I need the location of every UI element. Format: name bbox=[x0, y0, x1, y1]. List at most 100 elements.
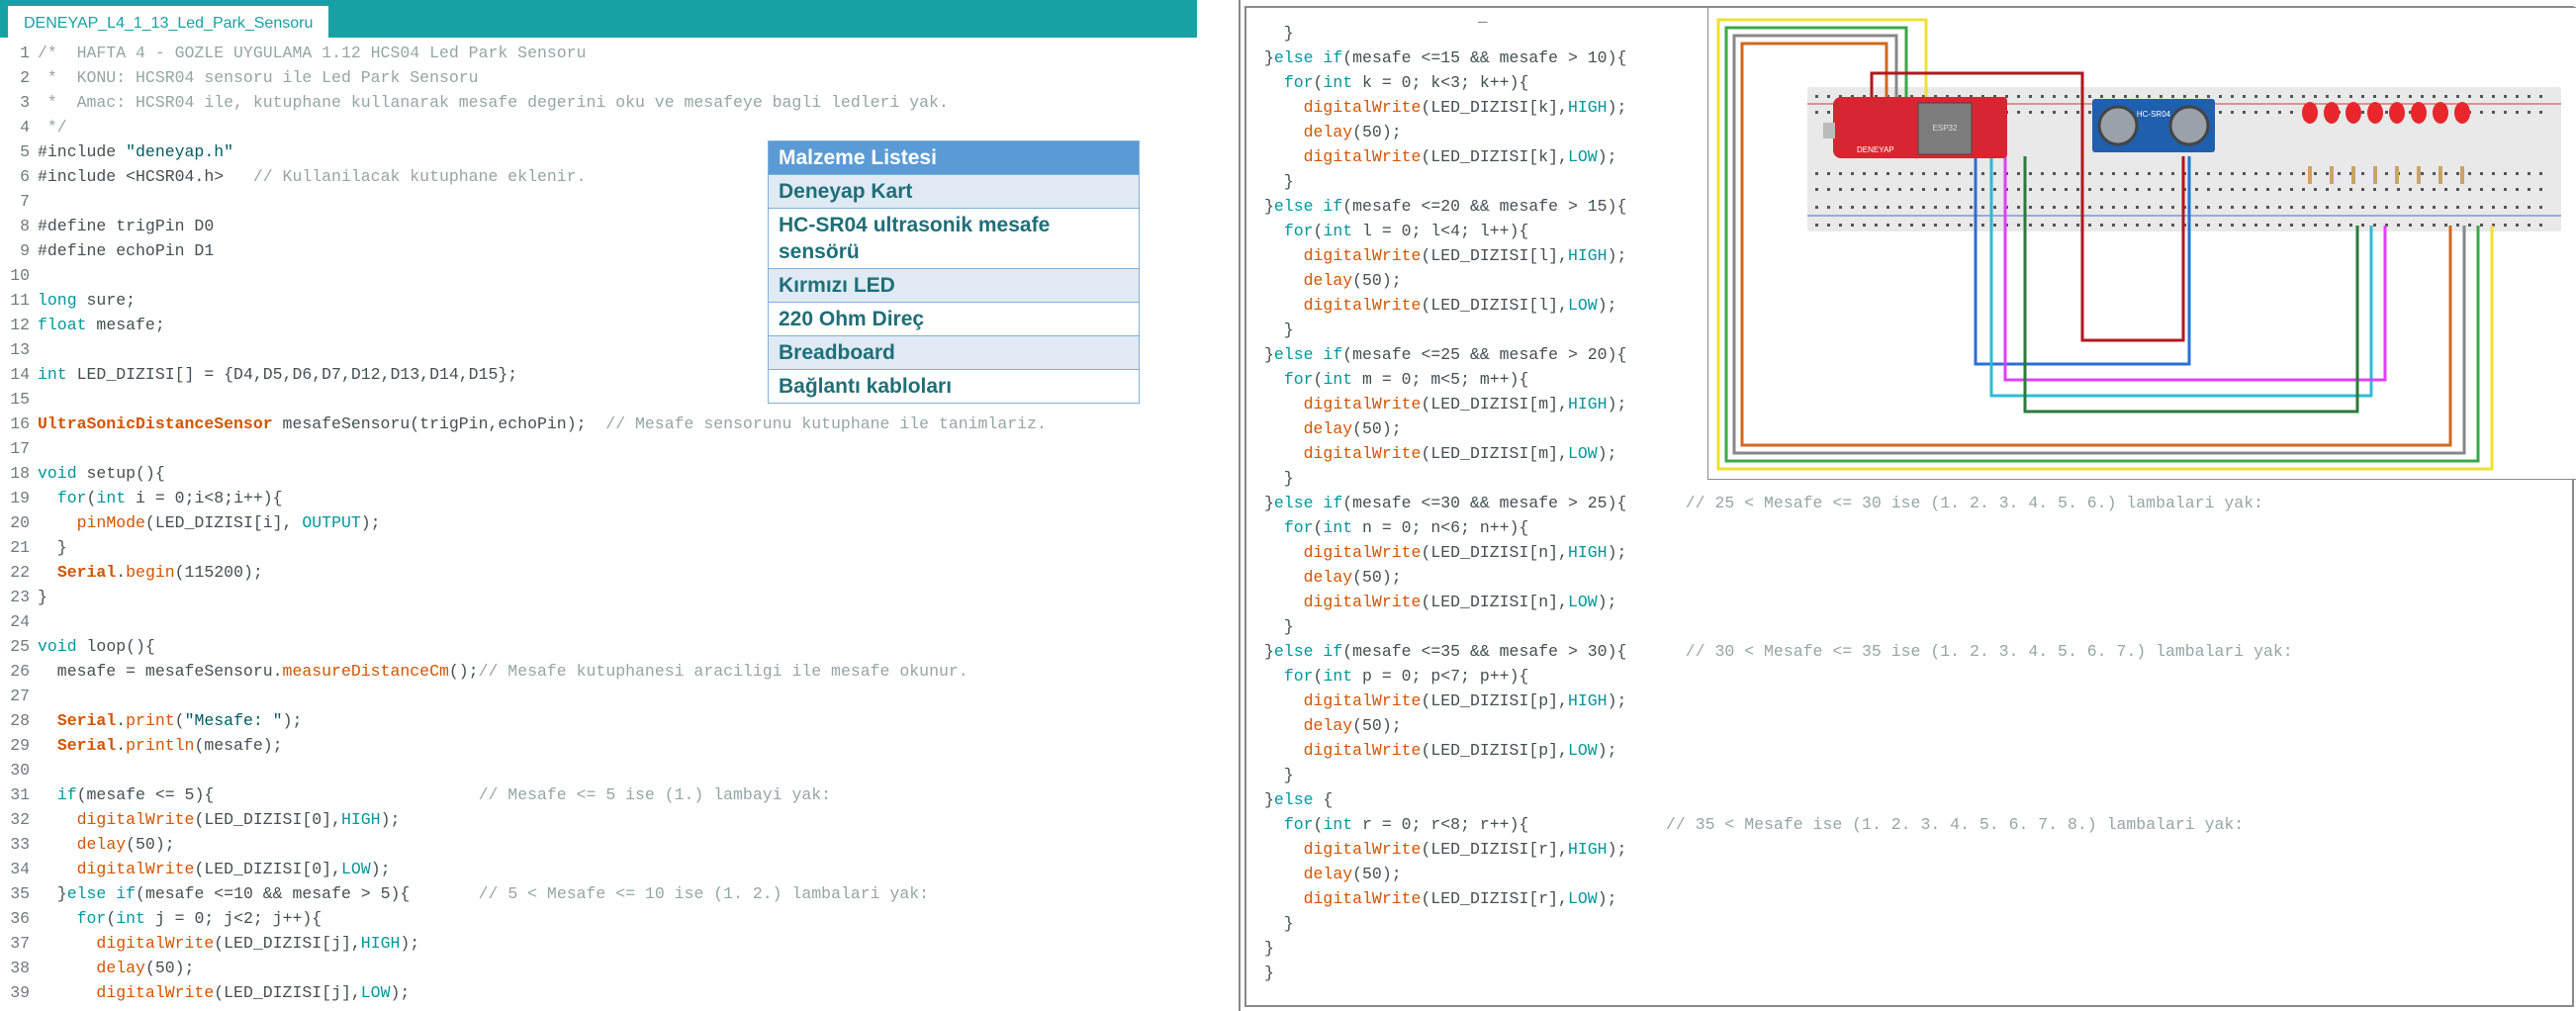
code-line[interactable]: 37 digitalWrite(LED_DIZISI[j],HIGH); bbox=[0, 931, 1237, 956]
code-line[interactable]: 1 /* HAFTA 4 - GOZLE UYGULAMA 1.12 HCS04 … bbox=[0, 41, 1237, 65]
code-line[interactable]: 3 * Amac: HCSR04 ile, kutuphane kullanar… bbox=[0, 90, 1237, 115]
code-text[interactable]: digitalWrite(LED_DIZISI[p],LOW); bbox=[1264, 738, 1617, 763]
code-line[interactable]: 4 */ bbox=[0, 115, 1237, 139]
code-text[interactable]: } bbox=[1264, 911, 1294, 936]
code-text[interactable]: delay(50); bbox=[38, 832, 175, 857]
code-text[interactable]: for(int r = 0; r<8; r++){ // 35 < Mesafe… bbox=[1264, 812, 2244, 837]
code-text[interactable]: for(int i = 0;i<8;i++){ bbox=[38, 486, 283, 510]
code-line[interactable]: 38 delay(50); bbox=[0, 956, 1237, 980]
code-text[interactable]: delay(50); bbox=[38, 956, 194, 980]
code-text[interactable]: } bbox=[38, 535, 67, 560]
code-line[interactable]: 31 } bbox=[1242, 763, 2574, 787]
code-text[interactable]: float mesafe; bbox=[38, 313, 165, 337]
code-text[interactable]: Serial.print("Mesafe: "); bbox=[38, 708, 303, 733]
code-line[interactable]: 25 } bbox=[1242, 614, 2574, 639]
code-text[interactable]: digitalWrite(LED_DIZISI[p],HIGH); bbox=[1264, 689, 1627, 713]
code-text[interactable]: } bbox=[1264, 318, 1294, 342]
code-text[interactable]: digitalWrite(LED_DIZISI[m],LOW); bbox=[1264, 441, 1617, 466]
code-line[interactable]: 25 void loop(){ bbox=[0, 634, 1237, 659]
code-text[interactable]: digitalWrite(LED_DIZISI[m],HIGH); bbox=[1264, 392, 1627, 416]
code-line[interactable]: 20}else if(mesafe <=30 && mesafe > 25){ … bbox=[1242, 491, 2574, 515]
code-text[interactable]: digitalWrite(LED_DIZISI[k],HIGH); bbox=[1264, 95, 1627, 120]
code-text[interactable]: digitalWrite(LED_DIZISI[0],HIGH); bbox=[38, 807, 401, 832]
code-text[interactable]: delay(50); bbox=[1264, 862, 1402, 886]
code-text[interactable]: Serial.begin(115200); bbox=[38, 560, 263, 585]
code-text[interactable]: digitalWrite(LED_DIZISI[k],LOW); bbox=[1264, 144, 1617, 169]
code-line[interactable]: 21 for(int n = 0; n<6; n++){ bbox=[1242, 515, 2574, 540]
code-line[interactable]: 27 for(int p = 0; p<7; p++){ bbox=[1242, 664, 2574, 689]
code-text[interactable]: pinMode(LED_DIZISI[i], OUTPUT); bbox=[38, 510, 381, 535]
code-text[interactable]: } bbox=[1264, 763, 1294, 787]
code-text[interactable]: for(int l = 0; l<4; l++){ bbox=[1264, 219, 1529, 243]
code-line[interactable]: 34 digitalWrite(LED_DIZISI[r],HIGH); bbox=[1242, 837, 2574, 862]
code-text[interactable]: #define echoPin D1 bbox=[38, 238, 214, 263]
code-text[interactable]: delay(50); bbox=[1264, 120, 1402, 144]
code-line[interactable]: 33 for(int r = 0; r<8; r++){ // 35 < Mes… bbox=[1242, 812, 2574, 837]
code-text[interactable]: digitalWrite(LED_DIZISI[l],HIGH); bbox=[1264, 243, 1627, 268]
code-line[interactable]: 28 digitalWrite(LED_DIZISI[p],HIGH); bbox=[1242, 689, 2574, 713]
code-text[interactable]: void setup(){ bbox=[38, 461, 165, 486]
code-text[interactable]: } bbox=[1264, 614, 1294, 639]
code-text[interactable]: /* HAFTA 4 - GOZLE UYGULAMA 1.12 HCS04 L… bbox=[38, 41, 587, 65]
code-line[interactable]: 2 * KONU: HCSR04 sensoru ile Led Park Se… bbox=[0, 65, 1237, 90]
code-line[interactable]: 18 void setup(){ bbox=[0, 461, 1237, 486]
code-line[interactable]: 17 bbox=[0, 436, 1237, 461]
sketch-tab[interactable]: DENEYAP_L4_1_13_Led_Park_Sensoru bbox=[8, 6, 329, 38]
code-text[interactable]: * Amac: HCSR04 ile, kutuphane kullanarak… bbox=[38, 90, 949, 115]
code-text[interactable]: } bbox=[1264, 169, 1294, 194]
code-text[interactable]: } bbox=[1264, 936, 1274, 961]
code-line[interactable]: 36 for(int j = 0; j<2; j++){ bbox=[0, 906, 1237, 931]
code-line[interactable]: 22 digitalWrite(LED_DIZISI[n],HIGH); bbox=[1242, 540, 2574, 565]
code-line[interactable]: 36 digitalWrite(LED_DIZISI[r],LOW); bbox=[1242, 886, 2574, 911]
code-line[interactable]: 32 digitalWrite(LED_DIZISI[0],HIGH); bbox=[0, 807, 1237, 832]
code-line[interactable]: 37 } bbox=[1242, 911, 2574, 936]
code-line[interactable]: 23 delay(50); bbox=[1242, 565, 2574, 590]
code-line[interactable]: 19 for(int i = 0;i<8;i++){ bbox=[0, 486, 1237, 510]
code-line[interactable]: 23} bbox=[0, 585, 1237, 609]
code-text[interactable]: } bbox=[38, 585, 47, 609]
code-line[interactable]: 34 digitalWrite(LED_DIZISI[0],LOW); bbox=[0, 857, 1237, 881]
code-text[interactable]: digitalWrite(LED_DIZISI[n],HIGH); bbox=[1264, 540, 1627, 565]
code-text[interactable]: }else if(mesafe <=35 && mesafe > 30){ //… bbox=[1264, 639, 2293, 664]
code-text[interactable]: delay(50); bbox=[1264, 713, 1402, 738]
code-line[interactable]: 32}else { bbox=[1242, 787, 2574, 812]
code-text[interactable]: }else if(mesafe <=15 && mesafe > 10){ bbox=[1264, 46, 1626, 70]
code-text[interactable]: }else if(mesafe <=10 && mesafe > 5){ // … bbox=[38, 881, 929, 906]
code-text[interactable]: delay(50); bbox=[1264, 565, 1402, 590]
code-text[interactable]: for(int k = 0; k<3; k++){ bbox=[1264, 70, 1529, 95]
code-text[interactable]: long sure; bbox=[38, 288, 136, 313]
code-line[interactable]: 24 bbox=[0, 609, 1237, 634]
code-text[interactable]: #include "deneyap.h" bbox=[38, 139, 233, 164]
code-text[interactable]: mesafe = mesafeSensoru.measureDistanceCm… bbox=[38, 659, 968, 684]
code-text[interactable]: } bbox=[1264, 21, 1294, 46]
code-text[interactable]: for(int m = 0; m<5; m++){ bbox=[1264, 367, 1529, 392]
code-text[interactable]: delay(50); bbox=[1264, 416, 1402, 441]
code-line[interactable]: 27 bbox=[0, 684, 1237, 708]
code-text[interactable]: delay(50); bbox=[1264, 268, 1402, 293]
code-text[interactable]: for(int n = 0; n<6; n++){ bbox=[1264, 515, 1529, 540]
code-line[interactable]: 28 Serial.print("Mesafe: "); bbox=[0, 708, 1237, 733]
code-line[interactable]: 21 } bbox=[0, 535, 1237, 560]
code-text[interactable]: digitalWrite(LED_DIZISI[n],LOW); bbox=[1264, 590, 1617, 614]
code-text[interactable]: } bbox=[1264, 466, 1294, 491]
code-text[interactable]: }else { bbox=[1264, 787, 1333, 812]
code-line[interactable]: 26 mesafe = mesafeSensoru.measureDistanc… bbox=[0, 659, 1237, 684]
code-text[interactable]: UltraSonicDistanceSensor mesafeSensoru(t… bbox=[38, 412, 1047, 436]
code-line[interactable]: 29 delay(50); bbox=[1242, 713, 2574, 738]
code-text[interactable]: */ bbox=[38, 115, 67, 139]
code-line[interactable]: 22 Serial.begin(115200); bbox=[0, 560, 1237, 585]
code-line[interactable]: 30 digitalWrite(LED_DIZISI[p],LOW); bbox=[1242, 738, 2574, 763]
code-line[interactable]: 39} bbox=[1242, 961, 2574, 985]
code-line[interactable]: 39 digitalWrite(LED_DIZISI[j],LOW); bbox=[0, 980, 1237, 1005]
code-text[interactable]: * KONU: HCSR04 sensoru ile Led Park Sens… bbox=[38, 65, 479, 90]
code-text[interactable]: }else if(mesafe <=25 && mesafe > 20){ bbox=[1264, 342, 1626, 367]
code-text[interactable]: int LED_DIZISI[] = {D4,D5,D6,D7,D12,D13,… bbox=[38, 362, 517, 387]
code-text[interactable]: }else if(mesafe <=30 && mesafe > 25){ //… bbox=[1264, 491, 2263, 515]
code-text[interactable]: digitalWrite(LED_DIZISI[j],LOW); bbox=[38, 980, 410, 1005]
code-line[interactable]: 24 digitalWrite(LED_DIZISI[n],LOW); bbox=[1242, 590, 2574, 614]
code-text[interactable]: Serial.println(mesafe); bbox=[38, 733, 283, 758]
code-line[interactable]: 30 bbox=[0, 758, 1237, 782]
code-line[interactable]: 33 delay(50); bbox=[0, 832, 1237, 857]
code-line[interactable]: 31 if(mesafe <= 5){ // Mesafe <= 5 ise (… bbox=[0, 782, 1237, 807]
code-line[interactable]: 35 }else if(mesafe <=10 && mesafe > 5){ … bbox=[0, 881, 1237, 906]
